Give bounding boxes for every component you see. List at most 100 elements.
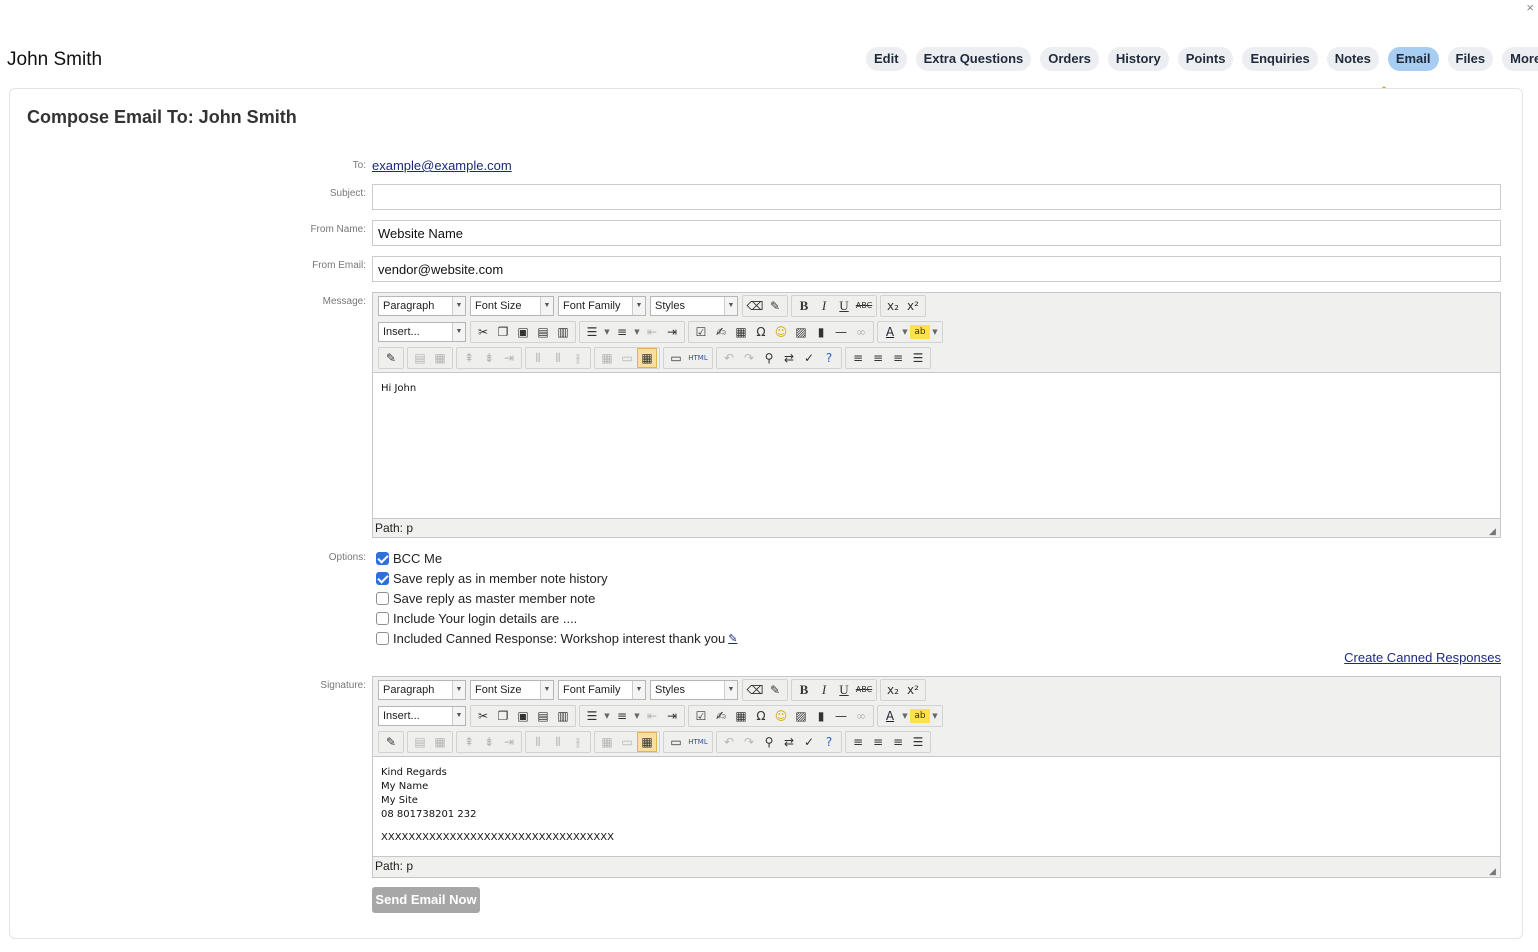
font-family-select[interactable]: Font Family ▼ (558, 296, 646, 316)
align-justify-icon[interactable]: ☰ (908, 348, 928, 368)
merge-cells-icon[interactable]: ▭ (617, 348, 637, 368)
replace-icon[interactable]: ⇄ (779, 732, 799, 752)
styles-select[interactable]: Styles ▼ (650, 680, 738, 700)
paste-word-icon[interactable]: ▥ (553, 322, 573, 342)
image-icon[interactable]: ▨ (791, 706, 811, 726)
paste-text-icon[interactable]: ▤ (533, 706, 553, 726)
insert-select[interactable]: Insert... ▼ (378, 706, 466, 726)
spellcheck-icon[interactable]: ✓ (799, 732, 819, 752)
tab-orders[interactable]: Orders (1040, 47, 1099, 71)
underline-icon[interactable]: U (834, 680, 854, 700)
chevron-down-icon[interactable]: ▼ (632, 322, 642, 342)
align-center-icon[interactable]: ≡ (868, 348, 888, 368)
redo-icon[interactable]: ↷ (739, 348, 759, 368)
calendar-icon[interactable]: ▦ (731, 322, 751, 342)
tab-extra-questions[interactable]: Extra Questions (915, 47, 1032, 71)
subscript-icon[interactable]: x₂ (883, 680, 903, 700)
copy-icon[interactable]: ❐ (493, 322, 513, 342)
option-save-reply-history[interactable]: Save reply as in member note history (376, 571, 608, 586)
insert-select[interactable]: Insert... ▼ (378, 322, 466, 342)
checkbox[interactable] (376, 552, 389, 565)
fullscreen-icon[interactable]: ▭ (666, 732, 686, 752)
chevron-down-icon[interactable]: ▼ (602, 706, 612, 726)
align-right-icon[interactable]: ≡ (888, 348, 908, 368)
emoticon-icon[interactable]: ☺ (771, 322, 791, 342)
edit-css-icon[interactable]: ✎ (381, 732, 401, 752)
cut-icon[interactable]: ✂ (473, 322, 493, 342)
tab-files[interactable]: Files (1447, 47, 1494, 71)
link-icon[interactable]: ∞ (851, 322, 871, 342)
bullet-list-icon[interactable]: ☰ (582, 322, 602, 342)
from-email-input[interactable]: vendor@website.com (372, 256, 1501, 282)
delete-row-icon[interactable]: ⇥ (499, 348, 519, 368)
send-email-button[interactable]: Send Email Now (372, 887, 480, 913)
horizontal-rule-icon[interactable]: — (831, 706, 851, 726)
bullet-list-icon[interactable]: ☰ (582, 706, 602, 726)
highlight-color-icon[interactable]: ab (910, 709, 930, 723)
checkbox-insert-icon[interactable]: ☑ (691, 706, 711, 726)
split-cells-icon[interactable]: ▦ (597, 348, 617, 368)
help-icon[interactable]: ? (819, 348, 839, 368)
omega-special-char-icon[interactable]: Ω (751, 322, 771, 342)
option-save-master-note[interactable]: Save reply as master member note (376, 591, 595, 606)
spellcheck-icon[interactable]: ✓ (799, 348, 819, 368)
align-justify-icon[interactable]: ☰ (908, 732, 928, 752)
tab-email[interactable]: Email (1387, 47, 1439, 71)
bold-icon[interactable]: B (794, 296, 814, 316)
media-film-icon[interactable]: ▮ (811, 706, 831, 726)
indent-icon[interactable]: ⇥ (662, 322, 682, 342)
align-right-icon[interactable]: ≡ (888, 732, 908, 752)
merge-cells-icon[interactable]: ▭ (617, 732, 637, 752)
superscript-icon[interactable]: x² (903, 296, 923, 316)
cleanup-brush-icon[interactable]: ✎ (765, 680, 785, 700)
checkbox-insert-icon[interactable]: ☑ (691, 322, 711, 342)
align-left-icon[interactable]: ≡ (848, 348, 868, 368)
chevron-down-icon[interactable]: ▼ (632, 706, 642, 726)
outdent-icon[interactable]: ⇤ (642, 322, 662, 342)
outdent-icon[interactable]: ⇤ (642, 706, 662, 726)
insert-row-before-icon[interactable]: ⇞ (459, 732, 479, 752)
html-source-icon[interactable]: HTML (686, 732, 710, 752)
table-row-props-icon[interactable]: ▤ (410, 732, 430, 752)
signature-body[interactable]: Kind Regards My Name My Site 08 80173820… (373, 756, 1500, 857)
font-size-select[interactable]: Font Size ▼ (470, 296, 554, 316)
paragraph-select[interactable]: Paragraph ▼ (378, 680, 466, 700)
chevron-down-icon[interactable]: ▼ (900, 322, 910, 342)
checkbox[interactable] (376, 572, 389, 585)
table-row-props-icon[interactable]: ▤ (410, 348, 430, 368)
from-name-input[interactable]: Website Name (372, 220, 1501, 246)
chevron-down-icon[interactable]: ▼ (602, 322, 612, 342)
insert-col-after-icon[interactable]: ⫴ (548, 348, 568, 368)
to-email-link[interactable]: example@example.com (372, 158, 512, 173)
close-icon[interactable]: × (1526, 0, 1534, 15)
italic-icon[interactable]: I (814, 680, 834, 700)
delete-row-icon[interactable]: ⇥ (499, 732, 519, 752)
highlight-color-icon[interactable]: ab (910, 325, 930, 339)
strikethrough-icon[interactable]: ABC (854, 296, 874, 316)
paste-icon[interactable]: ▣ (513, 322, 533, 342)
paragraph-select[interactable]: Paragraph ▼ (378, 296, 466, 316)
insert-row-after-icon[interactable]: ⇟ (479, 348, 499, 368)
option-include-login[interactable]: Include Your login details are .... (376, 611, 577, 626)
delete-col-icon[interactable]: ⫲ (568, 732, 588, 752)
find-binoculars-icon[interactable]: ⚲ (759, 348, 779, 368)
numbered-list-icon[interactable]: ≡ (612, 322, 632, 342)
tab-points[interactable]: Points (1177, 47, 1234, 71)
font-size-select[interactable]: Font Size ▼ (470, 680, 554, 700)
paste-icon[interactable]: ▣ (513, 706, 533, 726)
insert-table-icon[interactable]: ▦ (637, 732, 657, 752)
numbered-list-icon[interactable]: ≡ (612, 706, 632, 726)
copy-icon[interactable]: ❐ (493, 706, 513, 726)
redo-icon[interactable]: ↷ (739, 732, 759, 752)
resize-grip-icon[interactable]: ◢ (1489, 866, 1498, 876)
find-binoculars-icon[interactable]: ⚲ (759, 732, 779, 752)
paste-word-icon[interactable]: ▥ (553, 706, 573, 726)
subject-input[interactable] (372, 184, 1501, 210)
align-left-icon[interactable]: ≡ (848, 732, 868, 752)
underline-icon[interactable]: U (834, 296, 854, 316)
font-family-select[interactable]: Font Family ▼ (558, 680, 646, 700)
link-icon[interactable]: ∞ (851, 706, 871, 726)
insert-row-after-icon[interactable]: ⇟ (479, 732, 499, 752)
replace-icon[interactable]: ⇄ (779, 348, 799, 368)
undo-icon[interactable]: ↶ (719, 348, 739, 368)
